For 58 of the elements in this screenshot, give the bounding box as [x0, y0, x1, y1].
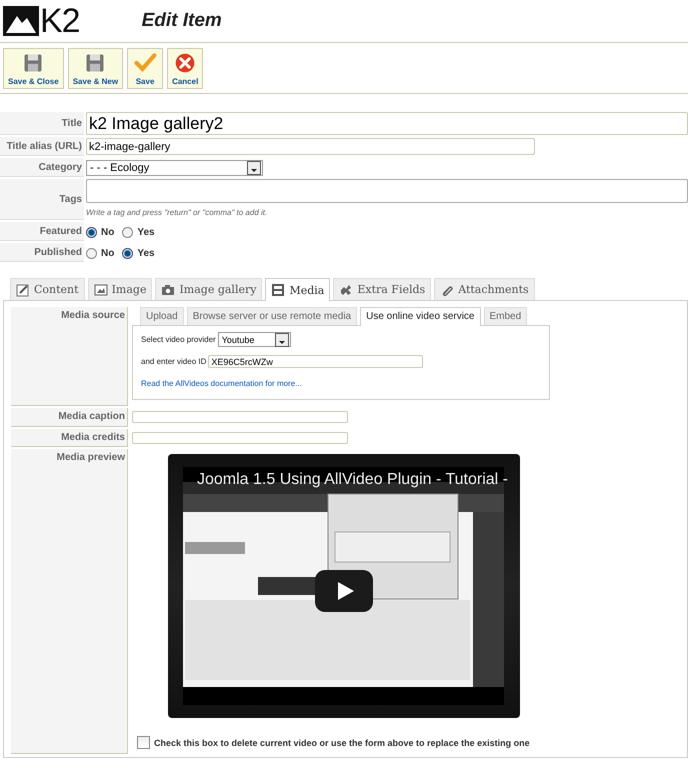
- documentation-link[interactable]: Read the AllVideos documentation for more...: [141, 379, 302, 388]
- provider-select[interactable]: Youtube: [218, 332, 291, 347]
- field-label: Media source: [11, 307, 128, 406]
- tab[interactable]: Image gallery: [155, 278, 262, 300]
- toolbar-button[interactable]: Save & New: [68, 48, 124, 89]
- field-label: Title alias (URL): [0, 137, 84, 156]
- radio-button[interactable]: [122, 248, 134, 259]
- tags-hint: Write a tag and press "return" or "comma" to add it.: [86, 208, 268, 217]
- field-label: and enter video ID: [141, 357, 206, 366]
- toolbar-button[interactable]: Save: [127, 48, 164, 89]
- caption-input[interactable]: [132, 411, 348, 423]
- tab[interactable]: Attachments: [434, 278, 535, 300]
- image-icon: [94, 282, 108, 296]
- alias-input[interactable]: k2-image-gallery: [86, 138, 535, 155]
- toolbar-button[interactable]: Save & Close: [3, 48, 64, 89]
- tab[interactable]: Image: [88, 278, 152, 300]
- field-label: Published: [0, 243, 84, 262]
- tab[interactable]: Content: [10, 278, 85, 300]
- radio-label: Yes: [137, 248, 155, 259]
- field-label: Media caption: [11, 408, 128, 426]
- toolbar-button[interactable]: Cancel: [167, 48, 204, 89]
- video-id-input[interactable]: XE96C5rcWZw: [208, 355, 424, 368]
- radio-button[interactable]: [86, 227, 97, 238]
- radio-button[interactable]: [122, 227, 134, 238]
- radio-label: No: [101, 248, 114, 259]
- checkmark-icon: [132, 52, 158, 74]
- delete-checkbox[interactable]: [137, 736, 150, 749]
- category-select[interactable]: - - - Ecology: [86, 160, 263, 176]
- radio-label: No: [101, 227, 114, 238]
- play-icon[interactable]: [315, 570, 373, 612]
- tab[interactable]: Media: [265, 278, 330, 301]
- tab[interactable]: Upload: [140, 307, 184, 325]
- video-title: Joomla 1.5 Using AllVideo Plugin - Tutorial -: [197, 471, 508, 489]
- field-label: Featured: [0, 222, 84, 241]
- radio-label: Yes: [137, 227, 155, 238]
- checkbox-label: Check this box to delete current video or use the form above to replace the existing one: [154, 738, 530, 748]
- tab[interactable]: Browse server or use remote media: [186, 307, 358, 325]
- tab[interactable]: Extra Fields: [333, 278, 432, 300]
- puzzle-icon: [339, 282, 354, 296]
- tab[interactable]: Embed: [484, 307, 528, 325]
- radio-button[interactable]: [86, 248, 97, 259]
- page-title: Edit Item: [142, 10, 222, 32]
- title-input[interactable]: k2 Image gallery2: [86, 112, 688, 135]
- field-label: Tags: [0, 179, 84, 220]
- field-label: Category: [0, 158, 84, 177]
- camera-icon: [161, 282, 176, 296]
- field-label: Title: [0, 112, 84, 135]
- mountain-icon: [3, 6, 39, 36]
- tags-input[interactable]: [86, 179, 688, 203]
- film-icon: [271, 283, 286, 297]
- field-label: Media preview: [11, 449, 128, 754]
- field-label: Media credits: [11, 428, 128, 447]
- video-player[interactable]: Joomla 1.5 Using AllVideo Plugin - Tutorial -: [168, 454, 520, 718]
- logo: K2: [3, 3, 80, 39]
- edit-icon: [16, 282, 30, 296]
- credits-input[interactable]: [132, 432, 348, 444]
- field-label: Select video provider: [141, 335, 216, 344]
- tab[interactable]: Use online video service: [360, 307, 480, 326]
